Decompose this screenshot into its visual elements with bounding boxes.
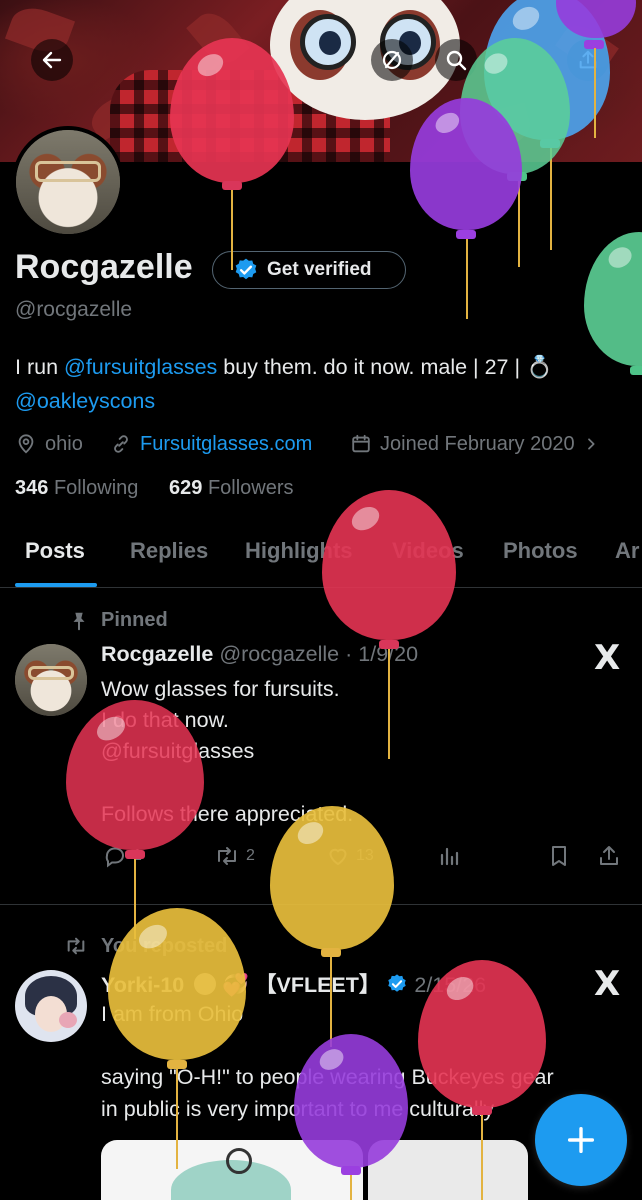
tab-highlights[interactable]: Highlights bbox=[245, 538, 353, 564]
arrow-left-icon bbox=[42, 51, 62, 69]
search-icon bbox=[446, 50, 467, 71]
post-date[interactable]: 1/9/20 bbox=[358, 642, 418, 666]
post-header: Yorki-10 💞 【VFLEET】 2/15/26 bbox=[101, 968, 486, 999]
location-pin-icon bbox=[18, 434, 34, 454]
chevron-right-icon bbox=[587, 438, 595, 450]
bio-mention-oakleyscons[interactable]: @oakleyscons bbox=[15, 389, 155, 413]
followers-link[interactable]: 629 Followers bbox=[169, 477, 294, 500]
link-icon bbox=[114, 435, 128, 453]
profile-tabs: Posts Replies Highlights Videos Photos A… bbox=[0, 522, 642, 588]
post-author-name[interactable]: Yorki-10 bbox=[101, 973, 184, 997]
bookmark-icon bbox=[552, 846, 566, 866]
bio-text: buy them. do it now. male | 27 | bbox=[217, 355, 527, 379]
joined-item[interactable]: Joined February 2020 bbox=[350, 430, 599, 458]
bio-text: I run bbox=[15, 355, 64, 379]
reply-icon bbox=[105, 847, 124, 868]
post-date[interactable]: 2/15/26 bbox=[414, 973, 486, 997]
search-button[interactable] bbox=[435, 39, 477, 81]
like-button[interactable]: 13 bbox=[326, 844, 374, 868]
post-author-handle[interactable]: @rocgazelle bbox=[219, 642, 339, 666]
calendar-icon bbox=[352, 434, 370, 453]
share-icon bbox=[600, 846, 618, 865]
active-tab-indicator bbox=[15, 583, 97, 587]
post-media-image[interactable] bbox=[368, 1140, 528, 1200]
post-mention-link[interactable]: @fursuitglasses bbox=[101, 739, 254, 764]
post-author-name[interactable]: Rocgazelle bbox=[101, 642, 213, 666]
post-divider bbox=[0, 904, 642, 905]
share-button[interactable] bbox=[597, 844, 621, 868]
post-avatar[interactable] bbox=[15, 644, 87, 716]
followers-count: 629 bbox=[169, 477, 203, 499]
back-button[interactable] bbox=[31, 39, 73, 81]
x-logo-icon[interactable]: X bbox=[594, 638, 620, 678]
following-link[interactable]: 346 Following bbox=[15, 477, 138, 500]
cd-disc-icon bbox=[194, 973, 217, 995]
share-profile-button[interactable] bbox=[567, 39, 609, 81]
views-button[interactable] bbox=[437, 844, 461, 868]
circle-slash-icon bbox=[382, 50, 402, 70]
x-logo-icon[interactable]: X bbox=[594, 964, 620, 1004]
bookmark-button[interactable] bbox=[547, 844, 571, 868]
post-avatar[interactable] bbox=[15, 970, 87, 1042]
bio-mention-fursuitglasses[interactable]: @fursuitglasses bbox=[64, 355, 217, 379]
plus-icon bbox=[567, 1126, 595, 1154]
post-separator: · bbox=[345, 642, 353, 666]
tab-videos[interactable]: Videos bbox=[392, 538, 464, 564]
tab-photos[interactable]: Photos bbox=[503, 538, 578, 564]
followers-label: Followers bbox=[207, 477, 294, 499]
share-icon bbox=[579, 50, 597, 69]
profile-bio: I run @fursuitglasses buy them. do it no… bbox=[15, 350, 642, 418]
profile-avatar[interactable] bbox=[12, 126, 124, 238]
post-media-image[interactable] bbox=[101, 1140, 363, 1200]
tab-replies[interactable]: Replies bbox=[130, 538, 208, 564]
following-count: 346 bbox=[15, 477, 49, 499]
tab-articles[interactable]: Ar bbox=[615, 538, 639, 564]
profile-handle: @rocgazelle bbox=[15, 298, 133, 321]
repost-count: 2 bbox=[246, 847, 255, 864]
pin-icon bbox=[73, 612, 85, 631]
post-line: saying "O-H!" to people wearing Buckeyes… bbox=[101, 1065, 554, 1089]
location-item: ohio bbox=[15, 430, 83, 458]
heart-icon bbox=[329, 848, 347, 866]
compose-post-button[interactable] bbox=[535, 1094, 627, 1186]
get-verified-button[interactable]: Get verified bbox=[212, 251, 406, 289]
profile-display-name: Rocgazelle bbox=[15, 248, 193, 286]
reply-count: 1 bbox=[133, 847, 142, 864]
post-line: I do that now. bbox=[101, 708, 229, 732]
mute-button[interactable] bbox=[371, 39, 413, 81]
repost-icon bbox=[218, 847, 236, 865]
views-chart-icon bbox=[440, 847, 459, 866]
website-item[interactable]: Fursuitglasses.com bbox=[110, 430, 312, 458]
location-text: ohio bbox=[45, 432, 83, 455]
author-tag: 【VFLEET】 bbox=[254, 973, 381, 997]
author-emoji: 💞 bbox=[222, 973, 249, 997]
post-line: Wow glasses for fursuits. bbox=[101, 677, 340, 701]
verified-badge-icon bbox=[235, 258, 257, 280]
joined-text: Joined February 2020 bbox=[380, 432, 575, 455]
post-line: I am from Ohio bbox=[101, 1002, 244, 1026]
reply-button[interactable]: 1 bbox=[103, 844, 142, 868]
like-count: 13 bbox=[356, 847, 374, 864]
repost-button[interactable]: 2 bbox=[214, 844, 255, 868]
post-header: Rocgazelle @rocgazelle · 1/9/20 bbox=[101, 642, 418, 667]
ring-icon: 💍 bbox=[526, 355, 553, 379]
repost-icon bbox=[67, 937, 85, 955]
tab-posts[interactable]: Posts bbox=[25, 538, 85, 564]
following-label: Following bbox=[53, 477, 139, 499]
post-line: in public is very important to me cultur… bbox=[101, 1097, 495, 1121]
pinned-label: Pinned bbox=[101, 609, 168, 631]
post-line: Follows there appreciated. bbox=[101, 802, 354, 826]
website-link[interactable]: Fursuitglasses.com bbox=[140, 433, 312, 456]
verified-badge-icon bbox=[388, 974, 407, 992]
reposted-label: You reposted bbox=[101, 935, 228, 957]
get-verified-label: Get verified bbox=[267, 259, 372, 280]
